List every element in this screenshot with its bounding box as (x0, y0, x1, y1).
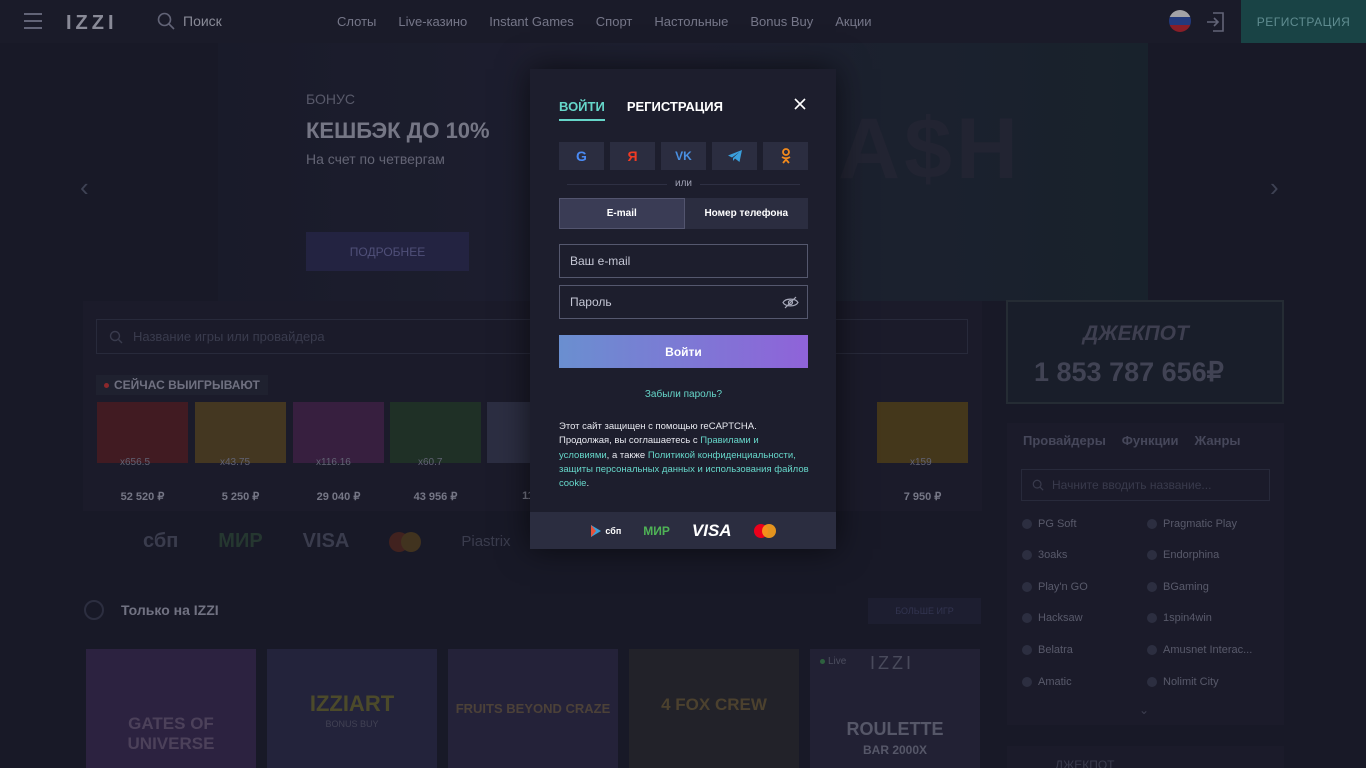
recaptcha-note: Этот сайт защищен с помощью reCAPTCHA. (559, 421, 757, 432)
sbp-icon (591, 524, 602, 537)
email-method-button[interactable]: E-mail (559, 198, 685, 229)
tab-login[interactable]: ВОЙТИ (559, 99, 605, 121)
yandex-icon: Я (627, 148, 638, 164)
legal-text: . (586, 478, 590, 490)
mastercard-logo (753, 523, 776, 538)
legal-text: Продолжая, вы соглашаетесь с (559, 435, 701, 447)
legal-text: , а также (606, 449, 648, 461)
legal-notice: Этот сайт защищен с помощью reCAPTCHA. П… (559, 420, 809, 491)
visa-logo: VISA (691, 520, 732, 540)
social-login-buttons: G Я VK (559, 142, 808, 170)
odnoklassniki-icon (781, 148, 790, 164)
yandex-login-button[interactable]: Я (610, 142, 655, 170)
vk-login-button[interactable]: VK (661, 142, 706, 170)
telegram-login-button[interactable] (712, 142, 757, 170)
telegram-icon (727, 150, 742, 162)
tab-register[interactable]: РЕГИСТРАЦИЯ (627, 99, 723, 121)
google-icon: G (576, 148, 587, 164)
mir-logo: МИР (643, 523, 670, 538)
close-icon[interactable] (793, 97, 807, 111)
login-method-switch: E-mail Номер телефона (559, 198, 808, 229)
phone-method-button[interactable]: Номер телефона (685, 198, 809, 229)
email-field[interactable]: Ваш e-mail (559, 244, 808, 278)
password-placeholder: Пароль (570, 295, 612, 309)
auth-tabs: ВОЙТИ РЕГИСТРАЦИЯ (559, 99, 723, 121)
password-field[interactable]: Пароль (559, 285, 808, 319)
login-submit-button[interactable]: Войти (559, 335, 808, 368)
payment-logos-footer: сбп МИР VISA (530, 512, 836, 549)
eye-off-icon[interactable] (782, 296, 799, 309)
forgot-password-link[interactable]: Забыли пароль? (559, 389, 808, 400)
ok-login-button[interactable] (763, 142, 808, 170)
vk-icon: VK (675, 149, 692, 163)
sbp-logo: сбп (590, 524, 621, 538)
or-divider: или (559, 178, 808, 189)
login-modal: ВОЙТИ РЕГИСТРАЦИЯ G Я VK или E-mail Номе… (530, 69, 836, 549)
google-login-button[interactable]: G (559, 142, 604, 170)
email-placeholder: Ваш e-mail (570, 254, 631, 268)
